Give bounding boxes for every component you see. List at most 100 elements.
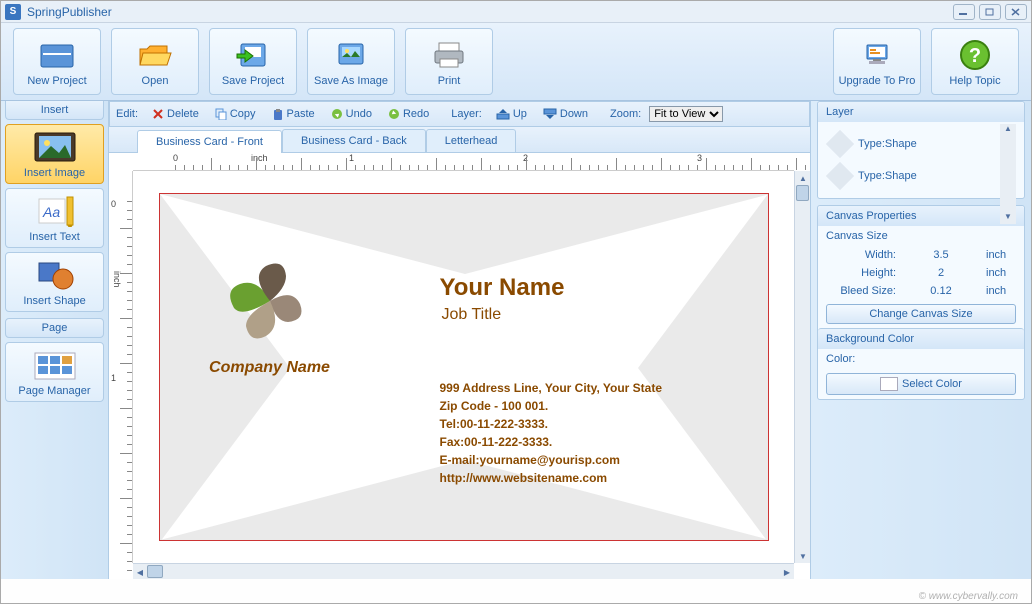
layer-down-button[interactable]: Down bbox=[537, 106, 594, 122]
bg-triangle bbox=[638, 194, 768, 541]
new-project-icon bbox=[37, 37, 77, 73]
shape-icon bbox=[826, 130, 854, 158]
redo-button[interactable]: Redo bbox=[382, 106, 435, 122]
save-as-image-button[interactable]: Save As Image bbox=[307, 28, 395, 95]
edit-label: Edit: bbox=[116, 108, 138, 120]
insert-shape-label: Insert Shape bbox=[23, 295, 85, 307]
undo-button[interactable]: Undo bbox=[325, 106, 378, 122]
upgrade-icon bbox=[857, 37, 897, 73]
page-manager-button[interactable]: Page Manager bbox=[5, 342, 104, 402]
app-icon: S bbox=[5, 4, 21, 20]
edit-toolbar: Edit: Delete Copy Paste Undo Redo Layer:… bbox=[109, 101, 810, 127]
delete-button[interactable]: Delete bbox=[146, 106, 205, 122]
change-canvas-size-button[interactable]: Change Canvas Size bbox=[826, 304, 1016, 324]
minimize-button[interactable] bbox=[953, 4, 975, 20]
paste-icon bbox=[272, 108, 284, 120]
layer-up-button[interactable]: Up bbox=[490, 106, 533, 122]
copy-icon bbox=[215, 108, 227, 120]
page-manager-label: Page Manager bbox=[18, 385, 90, 397]
tab-front[interactable]: Business Card - Front bbox=[137, 130, 282, 153]
vertical-ruler: 0 inch 1 bbox=[109, 171, 133, 563]
bleed-row: Bleed Size: 0.12 inch bbox=[818, 282, 1024, 300]
horizontal-scrollbar[interactable]: ◀▶ bbox=[133, 563, 794, 579]
maximize-button[interactable] bbox=[979, 4, 1001, 20]
print-icon bbox=[429, 37, 469, 73]
app-title: SpringPublisher bbox=[27, 5, 112, 19]
insert-text-label: Insert Text bbox=[29, 231, 80, 243]
left-panel: Insert Insert Image Aa Insert Text Inser… bbox=[1, 101, 109, 579]
shape-icon bbox=[826, 162, 854, 190]
canvas-props-title: Canvas Properties bbox=[818, 206, 1024, 226]
layer-item[interactable]: Type:Shape bbox=[826, 160, 1016, 192]
layer-label: Layer: bbox=[451, 108, 482, 120]
new-project-label: New Project bbox=[27, 75, 86, 87]
upgrade-button[interactable]: Upgrade To Pro bbox=[833, 28, 921, 95]
save-image-icon bbox=[331, 37, 371, 73]
page-group-title: Page bbox=[5, 318, 104, 338]
center-area: Edit: Delete Copy Paste Undo Redo Layer:… bbox=[109, 101, 811, 579]
insert-shape-icon bbox=[31, 257, 79, 293]
delete-icon bbox=[152, 108, 164, 120]
address-block[interactable]: 999 Address Line, Your City, Your State … bbox=[440, 379, 663, 487]
open-label: Open bbox=[142, 75, 169, 87]
tab-back[interactable]: Business Card - Back bbox=[282, 129, 426, 152]
zoom-select[interactable]: Fit to View bbox=[649, 106, 723, 122]
insert-image-button[interactable]: Insert Image bbox=[5, 124, 104, 184]
insert-shape-button[interactable]: Insert Shape bbox=[5, 252, 104, 312]
ribbon: New Project Open Save Project Save As Im… bbox=[1, 23, 1031, 101]
logo[interactable] bbox=[210, 246, 330, 356]
job-title[interactable]: Job Title bbox=[442, 306, 502, 324]
save-image-label: Save As Image bbox=[314, 75, 388, 87]
print-label: Print bbox=[438, 75, 461, 87]
layer-scrollbar[interactable]: ▲▼ bbox=[1000, 124, 1016, 224]
insert-group-title: Insert bbox=[5, 101, 104, 120]
save-icon bbox=[233, 37, 273, 73]
page-manager-icon bbox=[31, 347, 79, 383]
svg-text:Aa: Aa bbox=[42, 204, 60, 220]
vertical-scrollbar[interactable]: ▲▼ bbox=[794, 171, 810, 563]
height-row: Height: 2 inch bbox=[818, 264, 1024, 282]
open-button[interactable]: Open bbox=[111, 28, 199, 95]
close-button[interactable] bbox=[1005, 4, 1027, 20]
insert-image-label: Insert Image bbox=[24, 167, 85, 179]
color-swatch bbox=[880, 377, 898, 391]
down-icon bbox=[543, 108, 557, 120]
layer-list: Type:Shape Type:Shape bbox=[818, 122, 1024, 198]
color-label: Color: bbox=[818, 349, 1024, 369]
company-name[interactable]: Company Name bbox=[190, 359, 350, 377]
undo-icon bbox=[331, 108, 343, 120]
right-panel: Layer Type:Shape Type:Shape ▲▼ Canvas Pr… bbox=[811, 101, 1031, 579]
help-button[interactable]: ? Help Topic bbox=[931, 28, 1019, 95]
print-button[interactable]: Print bbox=[405, 28, 493, 95]
bg-color-title: Background Color bbox=[818, 328, 1024, 349]
zoom-label: Zoom: bbox=[610, 108, 641, 120]
canvas[interactable]: Company Name Your Name Job Title 999 Add… bbox=[133, 171, 794, 563]
help-icon: ? bbox=[955, 37, 995, 73]
open-icon bbox=[135, 37, 175, 73]
save-project-button[interactable]: Save Project bbox=[209, 28, 297, 95]
canvas-area: 0 inch 1 2 3 0 inch 1 bbox=[109, 153, 810, 579]
new-project-button[interactable]: New Project bbox=[13, 28, 101, 95]
save-label: Save Project bbox=[222, 75, 284, 87]
business-card[interactable]: Company Name Your Name Job Title 999 Add… bbox=[159, 193, 769, 541]
horizontal-ruler: 0 inch 1 2 3 bbox=[133, 153, 794, 171]
titlebar: S SpringPublisher bbox=[1, 1, 1031, 23]
insert-text-button[interactable]: Aa Insert Text bbox=[5, 188, 104, 248]
layer-item[interactable]: Type:Shape bbox=[826, 128, 1016, 160]
paste-button[interactable]: Paste bbox=[266, 106, 321, 122]
insert-image-icon bbox=[31, 129, 79, 165]
tab-letterhead[interactable]: Letterhead bbox=[426, 129, 517, 152]
copy-button[interactable]: Copy bbox=[209, 106, 262, 122]
layer-panel-title: Layer bbox=[818, 102, 1024, 122]
up-icon bbox=[496, 108, 510, 120]
redo-icon bbox=[388, 108, 400, 120]
watermark: © www.cybervally.com bbox=[919, 591, 1018, 602]
help-label: Help Topic bbox=[949, 75, 1000, 87]
canvas-size-title: Canvas Size bbox=[818, 226, 1024, 246]
select-color-button[interactable]: Select Color bbox=[826, 373, 1016, 395]
your-name[interactable]: Your Name bbox=[440, 274, 565, 302]
document-tabs: Business Card - Front Business Card - Ba… bbox=[109, 127, 810, 153]
width-row: Width: 3.5 inch bbox=[818, 246, 1024, 264]
insert-text-icon: Aa bbox=[31, 193, 79, 229]
svg-text:?: ? bbox=[969, 45, 981, 67]
